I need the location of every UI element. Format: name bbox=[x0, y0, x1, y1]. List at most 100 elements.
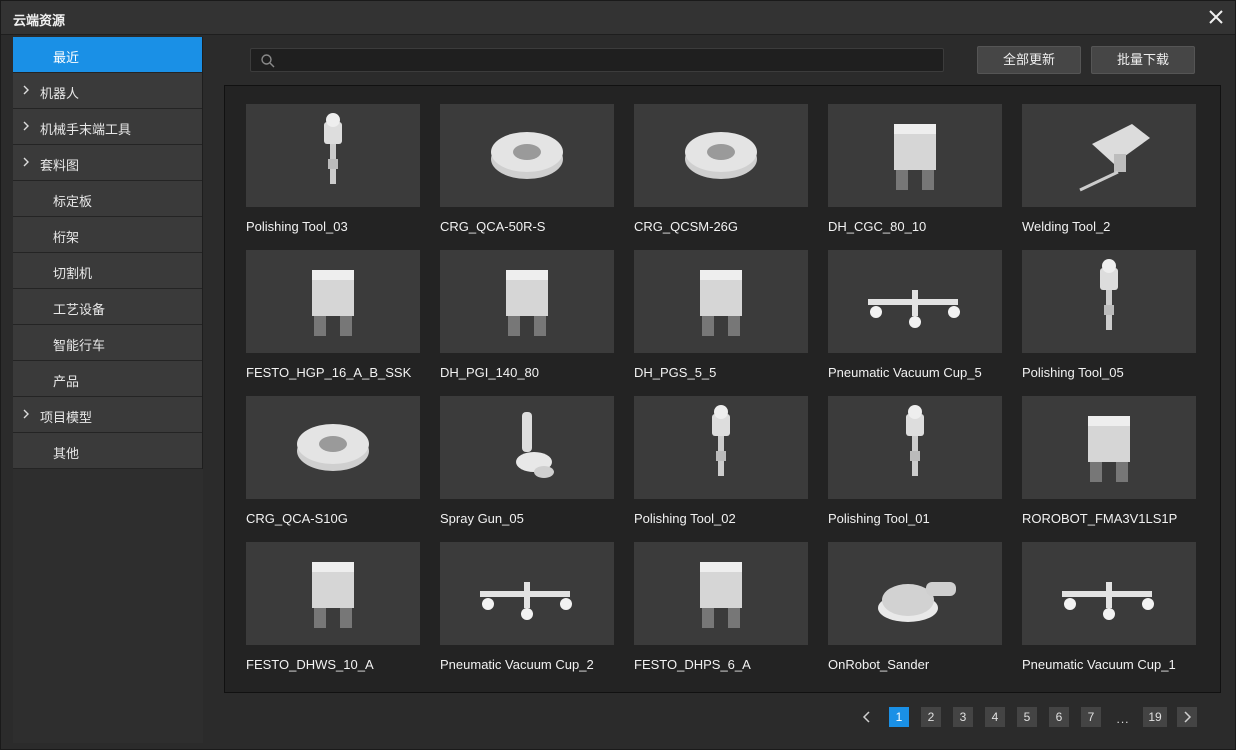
resource-name: DH_PGI_140_80 bbox=[440, 365, 540, 380]
sidebar-item-label: 产品 bbox=[53, 374, 80, 389]
search-box[interactable] bbox=[250, 48, 944, 72]
sidebar-item[interactable]: 机器人 bbox=[13, 73, 202, 109]
sidebar-item-label: 其他 bbox=[53, 446, 80, 461]
main-panel: 全部更新 批量下载 Polishing Tool_03 CRG_QCA-50R-S… bbox=[205, 37, 1235, 743]
resource-card[interactable]: CRG_QCA-S10G bbox=[246, 396, 420, 536]
search-icon bbox=[261, 54, 275, 68]
resource-card[interactable]: Polishing Tool_03 bbox=[246, 104, 420, 244]
titlebar: 云端资源 bbox=[1, 1, 1235, 35]
page-ellipsis: ... bbox=[1116, 712, 1130, 726]
resource-thumbnail bbox=[1022, 542, 1196, 645]
sidebar-item[interactable]: 套料图 bbox=[13, 145, 202, 181]
polishing-tool-icon bbox=[1100, 259, 1118, 330]
resource-card[interactable]: Welding Tool_2 bbox=[1022, 104, 1196, 244]
resource-card[interactable]: Polishing Tool_05 bbox=[1022, 250, 1196, 390]
resource-card[interactable]: CRG_QCSM-26G bbox=[634, 104, 808, 244]
resource-name: FESTO_HGP_16_A_B_SSK bbox=[246, 365, 412, 380]
resource-name: Welding Tool_2 bbox=[1022, 219, 1111, 234]
page-button[interactable]: 4 bbox=[985, 707, 1005, 727]
sidebar-item-label: 桁架 bbox=[53, 230, 80, 245]
page-button[interactable]: 2 bbox=[921, 707, 941, 727]
page-button[interactable]: 5 bbox=[1017, 707, 1037, 727]
chevron-right-icon bbox=[1184, 711, 1192, 723]
last-page-button[interactable]: 19 bbox=[1143, 707, 1167, 727]
sidebar-item[interactable]: 智能行车 bbox=[13, 325, 202, 361]
chevron-right-icon bbox=[23, 409, 29, 419]
resource-grid: Polishing Tool_03 CRG_QCA-50R-S CRG_QCSM-2… bbox=[224, 85, 1221, 693]
resource-name: OnRobot_Sander bbox=[828, 657, 930, 672]
sidebar-item-label: 项目模型 bbox=[40, 410, 93, 425]
vacuum-cup-icon bbox=[1062, 582, 1154, 620]
resource-thumbnail bbox=[440, 250, 614, 353]
search-input[interactable] bbox=[279, 51, 929, 69]
sidebar-item[interactable]: 标定板 bbox=[13, 181, 202, 217]
vacuum-cup-icon bbox=[868, 290, 960, 328]
close-button[interactable] bbox=[1207, 8, 1225, 26]
category-list: 最近机器人机械手末端工具 套料图标定板桁架切割机工艺设备智能行车产品项目模型其他 bbox=[13, 37, 202, 469]
sidebar-item-label: 机器人 bbox=[40, 86, 80, 101]
polishing-tool-icon bbox=[324, 113, 342, 184]
sidebar-item[interactable]: 最近 bbox=[13, 37, 202, 73]
resource-card[interactable]: DH_PGI_140_80 bbox=[440, 250, 614, 390]
sidebar-item-label: 切割机 bbox=[53, 266, 93, 281]
resource-card[interactable]: FESTO_DHWS_10_A bbox=[246, 542, 420, 682]
resource-card[interactable]: Pneumatic Vacuum Cup_5 bbox=[828, 250, 1002, 390]
sidebar-item[interactable]: 产品 bbox=[13, 361, 202, 397]
prev-page-button[interactable] bbox=[857, 707, 877, 727]
resource-name: Pneumatic Vacuum Cup_2 bbox=[440, 657, 594, 672]
resource-card[interactable]: OnRobot_Sander bbox=[828, 542, 1002, 682]
resource-card[interactable]: FESTO_DHPS_6_A bbox=[634, 542, 808, 682]
resource-thumbnail bbox=[440, 542, 614, 645]
resource-card[interactable]: FESTO_HGP_16_A_B_SSK bbox=[246, 250, 420, 390]
gripper-icon bbox=[894, 124, 936, 190]
chevron-right-icon bbox=[23, 121, 29, 131]
resource-name: FESTO_DHWS_10_A bbox=[246, 657, 374, 672]
sidebar-item[interactable]: 桁架 bbox=[13, 217, 202, 253]
resource-card[interactable]: ROROBOT_FMA3V1LS1P bbox=[1022, 396, 1196, 536]
batch-download-button[interactable]: 批量下载 bbox=[1091, 46, 1195, 74]
resource-thumbnail bbox=[1022, 250, 1196, 353]
resource-thumbnail bbox=[634, 250, 808, 353]
sidebar-item-label: 标定板 bbox=[53, 194, 93, 209]
resource-thumbnail bbox=[1022, 104, 1196, 207]
resource-card[interactable]: Pneumatic Vacuum Cup_1 bbox=[1022, 542, 1196, 682]
page-button[interactable]: 3 bbox=[953, 707, 973, 727]
page-button[interactable]: 6 bbox=[1049, 707, 1069, 727]
page-button[interactable]: 7 bbox=[1081, 707, 1101, 727]
sidebar-item[interactable]: 其他 bbox=[13, 433, 202, 469]
resource-card[interactable]: Pneumatic Vacuum Cup_2 bbox=[440, 542, 614, 682]
resource-card[interactable]: Spray Gun_05 bbox=[440, 396, 614, 536]
next-page-button[interactable] bbox=[1177, 707, 1197, 727]
resource-name: Polishing Tool_03 bbox=[246, 219, 348, 234]
resource-thumbnail bbox=[634, 396, 808, 499]
page-button[interactable]: 1 bbox=[889, 707, 909, 727]
sidebar-item[interactable]: 工艺设备 bbox=[13, 289, 202, 325]
resource-thumbnail bbox=[828, 542, 1002, 645]
resource-thumbnail bbox=[246, 250, 420, 353]
sidebar-item[interactable]: 项目模型 bbox=[13, 397, 202, 433]
update-all-button[interactable]: 全部更新 bbox=[977, 46, 1081, 74]
sidebar-empty-area bbox=[13, 469, 203, 743]
resource-thumbnail bbox=[828, 104, 1002, 207]
resource-card[interactable]: CRG_QCA-50R-S bbox=[440, 104, 614, 244]
resource-name: DH_CGC_80_10 bbox=[828, 219, 927, 234]
spray-gun-icon bbox=[516, 412, 554, 478]
resource-thumbnail bbox=[246, 542, 420, 645]
resource-card[interactable]: DH_CGC_80_10 bbox=[828, 104, 1002, 244]
sidebar-item-label: 智能行车 bbox=[53, 338, 106, 353]
window-title: 云端资源 bbox=[13, 13, 66, 28]
resource-card[interactable]: DH_PGS_5_5 bbox=[634, 250, 808, 390]
sidebar-item[interactable]: 机械手末端工具 bbox=[13, 109, 202, 145]
cloud-resources-window: 云端资源 最近机器人机械手末端工具 套料图标定板桁架切割机工艺设备智能行车产品项目… bbox=[0, 0, 1236, 750]
resource-card[interactable]: Polishing Tool_01 bbox=[828, 396, 1002, 536]
sidebar-item[interactable]: 切割机 bbox=[13, 253, 202, 289]
vacuum-cup-icon bbox=[480, 582, 572, 620]
tool-changer-icon bbox=[297, 424, 369, 471]
resource-thumbnail bbox=[1022, 396, 1196, 499]
resource-card[interactable]: Polishing Tool_02 bbox=[634, 396, 808, 536]
resource-name: CRG_QCA-S10G bbox=[246, 511, 348, 526]
resource-name: Spray Gun_05 bbox=[440, 511, 524, 526]
chevron-right-icon bbox=[23, 85, 29, 95]
resource-name: Polishing Tool_05 bbox=[1022, 365, 1124, 380]
resource-thumbnail bbox=[246, 396, 420, 499]
